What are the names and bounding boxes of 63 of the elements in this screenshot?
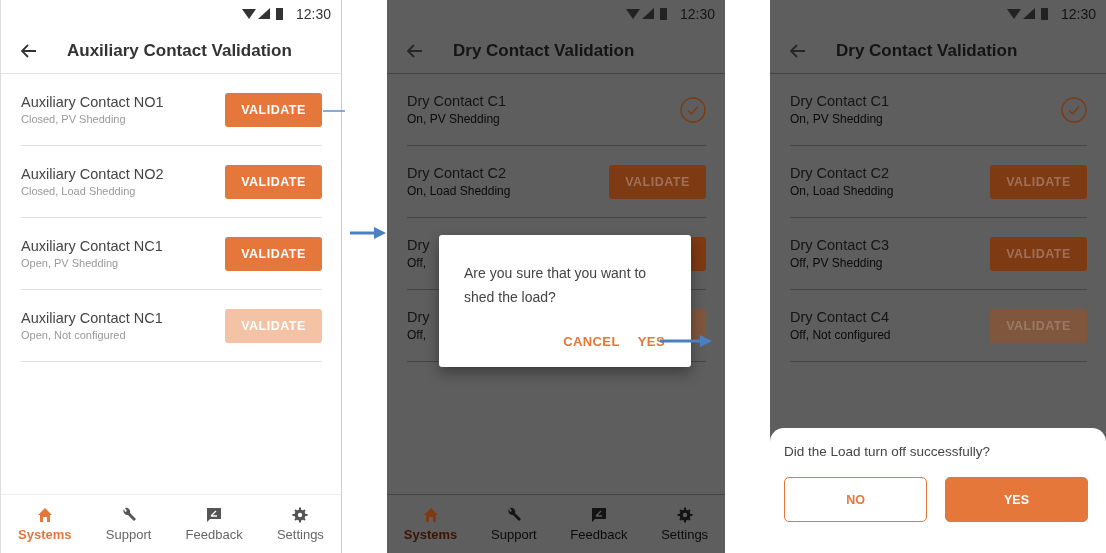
- contact-status: Off, PV Shedding: [790, 256, 884, 270]
- feedback-icon: [590, 506, 607, 523]
- contact-name: Auxiliary Contact NO1: [21, 94, 164, 110]
- settings-icon: [292, 506, 309, 523]
- back-arrow-icon[interactable]: [21, 43, 37, 58]
- validate-button[interactable]: VALIDATE: [225, 236, 322, 271]
- settings-icon: [676, 506, 693, 523]
- connector-line: [323, 109, 345, 113]
- status-time: 12:30: [295, 6, 331, 22]
- validate-button[interactable]: VALIDATE: [609, 164, 706, 199]
- contact-name: Dry Contact C1: [790, 93, 890, 109]
- nav-tab[interactable]: Systems: [397, 502, 464, 546]
- check-circle-icon: [680, 96, 706, 123]
- contact-name: Auxiliary Contact NC1: [21, 238, 163, 254]
- nav-tab[interactable]: Settings: [655, 502, 715, 546]
- dialog-button[interactable]: CANCEL: [561, 332, 622, 351]
- contact-name: Dry: [407, 309, 430, 325]
- contact-status: Off,: [407, 328, 428, 342]
- home-icon: [422, 506, 439, 523]
- nav-tab[interactable]: Feedback: [564, 502, 634, 546]
- feedback-icon: [206, 506, 223, 523]
- contact-status: On, PV Shedding: [790, 112, 884, 126]
- contact-name: Auxiliary Contact NC1: [21, 310, 163, 326]
- screen-title: Auxiliary Contact Validation: [67, 40, 292, 61]
- dialog-message: Are you sure that you want to shed the load?: [464, 264, 648, 307]
- validate-button[interactable]: VALIDATE: [225, 164, 322, 199]
- contact-status: On, Load Shedding: [407, 184, 511, 198]
- check-circle-icon: [1061, 96, 1087, 123]
- validate-button[interactable]: VALIDATE: [990, 236, 1087, 271]
- contact-name: Dry Contact C2: [407, 165, 508, 181]
- validate-button[interactable]: VALIDATE: [990, 164, 1087, 199]
- wrench-icon: [505, 506, 522, 523]
- home-icon: [36, 506, 53, 523]
- sheet-question: Did the Load turn off successfully?: [784, 444, 992, 459]
- contact-name: Dry Contact C1: [407, 93, 507, 109]
- nav-tab[interactable]: Support: [99, 502, 158, 546]
- contact-status: Open, Not configured: [21, 329, 127, 341]
- contact-status: On, PV Shedding: [407, 112, 501, 126]
- contact-status: Open, PV Shedding: [21, 257, 120, 269]
- dialog-button[interactable]: YES: [635, 332, 667, 351]
- status-time: 12:30: [679, 6, 715, 22]
- screen-title: Dry Contact Validation: [836, 40, 1018, 61]
- status-time: 12:30: [1060, 6, 1096, 22]
- nav-tab[interactable]: Systems: [12, 502, 78, 546]
- screen-title: Dry Contact Validation: [453, 40, 635, 61]
- contact-name: Dry Contact C4: [790, 309, 891, 325]
- nav-tab[interactable]: Feedback: [179, 502, 249, 546]
- flow-arrow: [350, 227, 386, 239]
- answer-button[interactable]: NO: [784, 477, 927, 522]
- contact-name: Dry Contact C3: [790, 237, 890, 253]
- contact-name: Dry Contact C2: [790, 165, 891, 181]
- contact-status: Off, Not configured: [790, 328, 891, 342]
- contact-status: Closed, PV Shedding: [21, 113, 127, 125]
- contact-status: On, Load Shedding: [790, 184, 894, 198]
- nav-tab[interactable]: Settings: [270, 502, 330, 546]
- wrench-icon: [120, 506, 137, 523]
- answer-button[interactable]: YES: [945, 477, 1088, 522]
- contact-status: Closed, Load Shedding: [21, 185, 137, 197]
- contact-status: Off,: [407, 256, 428, 270]
- contact-name: Dry: [407, 237, 430, 253]
- nav-tab[interactable]: Support: [485, 502, 543, 546]
- validate-button[interactable]: VALIDATE: [225, 92, 322, 127]
- contact-name: Auxiliary Contact NO2: [21, 166, 164, 182]
